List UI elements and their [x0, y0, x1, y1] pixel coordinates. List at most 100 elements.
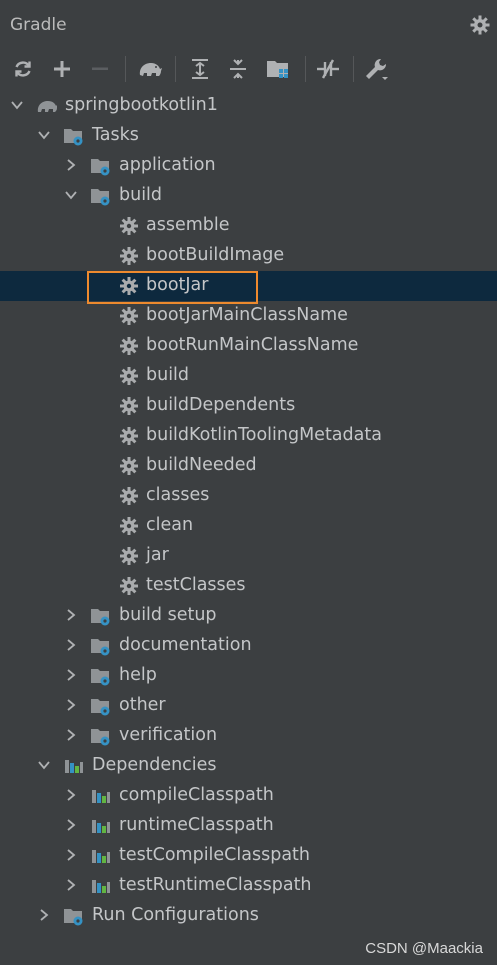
- tree-label: bootRunMainClassName: [146, 335, 359, 355]
- tree-item-tasks[interactable]: Tasks: [0, 121, 497, 151]
- tree-item-dependency[interactable]: runtimeClasspath: [0, 811, 497, 841]
- tree-item-task[interactable]: bootRunMainClassName: [0, 331, 497, 361]
- chevron-right-icon[interactable]: [37, 908, 51, 922]
- chevron-right-icon[interactable]: [64, 818, 78, 832]
- tree-label: build: [119, 185, 163, 205]
- tree-label: clean: [146, 515, 194, 535]
- chevron-right-icon[interactable]: [64, 788, 78, 802]
- tree-label: build: [146, 365, 190, 385]
- tree-item-task[interactable]: buildDependents: [0, 391, 497, 421]
- tree-label: help: [119, 665, 157, 685]
- tree-item-task[interactable]: bootBuildImage: [0, 241, 497, 271]
- tree-label: testClasses: [146, 575, 246, 595]
- dependencies-icon: [65, 760, 83, 773]
- tree-item-task-group[interactable]: other: [0, 691, 497, 721]
- gear-icon: [120, 247, 138, 265]
- tree-item-task[interactable]: clean: [0, 511, 497, 541]
- selection-highlight-box: [87, 271, 258, 304]
- chevron-right-icon[interactable]: [64, 158, 78, 172]
- tree-item-dependencies[interactable]: Dependencies: [0, 751, 497, 781]
- tree-label: buildNeeded: [146, 455, 257, 475]
- chevron-down-icon[interactable]: [37, 758, 51, 772]
- chevron-down-icon[interactable]: [64, 188, 78, 202]
- refresh-icon[interactable]: [10, 56, 36, 82]
- toggle-offline-icon[interactable]: [315, 56, 341, 82]
- gear-icon: [120, 427, 138, 445]
- tree-label: buildKotlinToolingMetadata: [146, 425, 382, 445]
- collapse-all-icon[interactable]: [225, 56, 251, 82]
- tree-item-application[interactable]: application: [0, 151, 497, 181]
- expand-all-icon[interactable]: [187, 56, 213, 82]
- task-folder-icon: [91, 669, 110, 686]
- dependencies-icon: [92, 850, 110, 863]
- chevron-down-icon[interactable]: [37, 128, 51, 142]
- tree-label: testCompileClasspath: [119, 845, 311, 865]
- gear-icon: [120, 367, 138, 385]
- toolbar: [0, 50, 497, 88]
- tree-item-task[interactable]: build: [0, 361, 497, 391]
- tree-label: Run Configurations: [92, 905, 259, 925]
- tree-label: bootJarMainClassName: [146, 305, 348, 325]
- task-folder-icon: [91, 609, 110, 626]
- tree-label: Dependencies: [92, 755, 217, 775]
- tree-item-task[interactable]: assemble: [0, 211, 497, 241]
- gear-icon: [120, 517, 138, 535]
- add-icon[interactable]: [49, 56, 75, 82]
- chevron-right-icon[interactable]: [64, 668, 78, 682]
- tree-item-task[interactable]: bootJarMainClassName: [0, 301, 497, 331]
- remove-icon[interactable]: [87, 56, 113, 82]
- task-folder-icon: [91, 159, 110, 176]
- gradle-project-icon: [37, 101, 57, 112]
- tree-label: classes: [146, 485, 210, 505]
- task-folder-icon: [91, 639, 110, 656]
- tree-item-task-group[interactable]: build setup: [0, 601, 497, 631]
- tree-label: compileClasspath: [119, 785, 274, 805]
- dependencies-icon: [92, 790, 110, 803]
- tree-label: jar: [146, 545, 169, 565]
- dependencies-icon: [92, 880, 110, 893]
- tree-label: build setup: [119, 605, 217, 625]
- tree-item-task[interactable]: buildKotlinToolingMetadata: [0, 421, 497, 451]
- tree-item-task[interactable]: classes: [0, 481, 497, 511]
- tree-label: verification: [119, 725, 218, 745]
- tool-window-header: Gradle: [0, 0, 497, 50]
- chevron-right-icon[interactable]: [64, 698, 78, 712]
- chevron-right-icon[interactable]: [64, 638, 78, 652]
- tree-item-build[interactable]: build: [0, 181, 497, 211]
- chevron-right-icon[interactable]: [64, 878, 78, 892]
- tool-window-title: Gradle: [10, 15, 67, 35]
- group-modules-icon[interactable]: [265, 56, 291, 82]
- tree-label: application: [119, 155, 216, 175]
- chevron-right-icon[interactable]: [64, 848, 78, 862]
- tree-item-project[interactable]: springbootkotlin1: [0, 91, 497, 121]
- tree-label: documentation: [119, 635, 252, 655]
- gear-icon[interactable]: [469, 14, 491, 36]
- gradle-elephant-icon[interactable]: [137, 56, 163, 82]
- task-folder-icon: [64, 129, 83, 146]
- tree-item-task-group[interactable]: verification: [0, 721, 497, 751]
- tree-item-task[interactable]: testClasses: [0, 571, 497, 601]
- tree-item-task[interactable]: buildNeeded: [0, 451, 497, 481]
- gear-icon: [120, 577, 138, 595]
- gear-icon: [120, 457, 138, 475]
- tree-label: Tasks: [92, 125, 139, 145]
- toolbar-separator: [125, 56, 126, 82]
- tree-item-dependency[interactable]: testRuntimeClasspath: [0, 871, 497, 901]
- toolbar-separator: [353, 56, 354, 82]
- tree-label: springbootkotlin1: [65, 95, 218, 115]
- tree-item-dependency[interactable]: testCompileClasspath: [0, 841, 497, 871]
- tree-label: buildDependents: [146, 395, 296, 415]
- tree-item-task[interactable]: jar: [0, 541, 497, 571]
- gear-icon: [120, 337, 138, 355]
- tree-item-task-group[interactable]: help: [0, 661, 497, 691]
- chevron-right-icon[interactable]: [64, 608, 78, 622]
- build-tool-settings-icon[interactable]: [364, 56, 390, 82]
- chevron-right-icon[interactable]: [64, 728, 78, 742]
- tree-item-task-group[interactable]: documentation: [0, 631, 497, 661]
- task-folder-icon: [91, 729, 110, 746]
- tree-item-dependency[interactable]: compileClasspath: [0, 781, 497, 811]
- tree-label: runtimeClasspath: [119, 815, 274, 835]
- chevron-down-icon[interactable]: [10, 98, 24, 112]
- tree-item-run-configurations[interactable]: Run Configurations: [0, 901, 497, 931]
- tree-label: assemble: [146, 215, 230, 235]
